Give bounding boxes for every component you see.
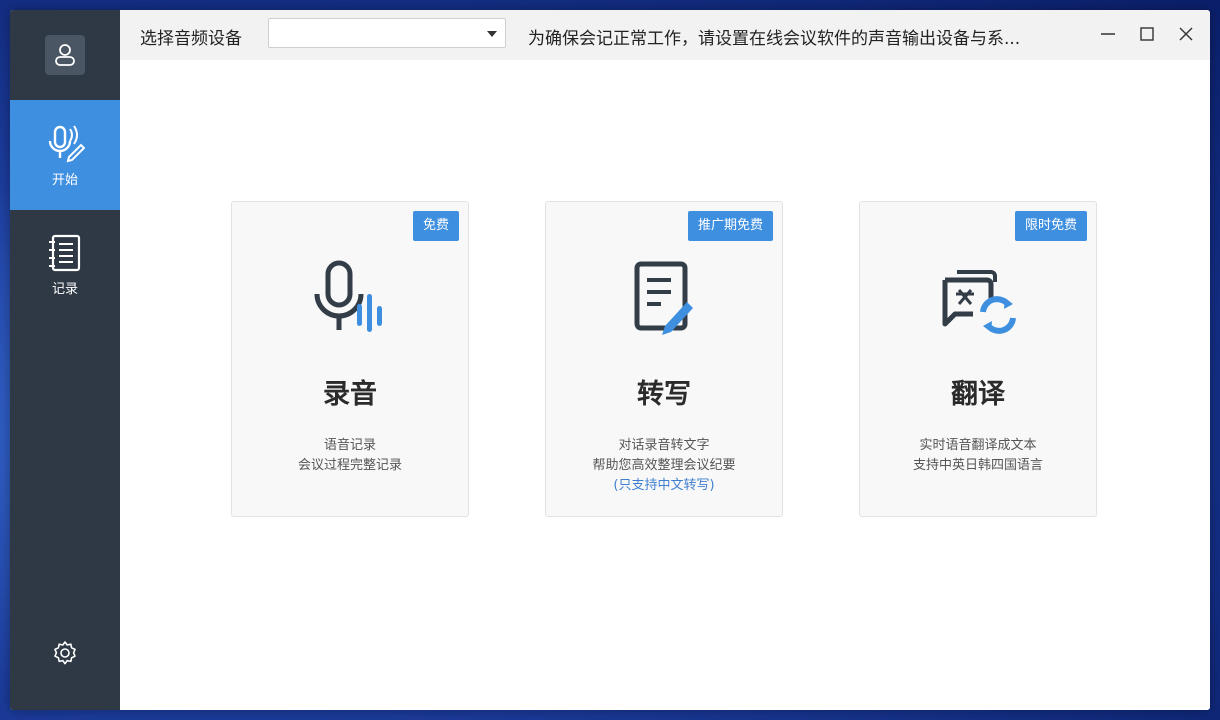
gear-icon xyxy=(54,641,76,665)
sidebar-item-label: 记录 xyxy=(51,281,78,297)
card-desc-line: 会议过程完整记录 xyxy=(297,458,402,473)
card-desc-line: 实时语音翻译成文本 xyxy=(919,438,1037,453)
minimize-button[interactable] xyxy=(1096,22,1120,46)
record-card[interactable]: 免费 录音 语音记录 会议过程完整记录 xyxy=(231,201,469,517)
audio-device-label: 选择音频设备 xyxy=(140,29,242,49)
card-title: 转写 xyxy=(637,379,691,410)
sidebar-item-start[interactable]: 开始 xyxy=(10,100,120,210)
avatar[interactable] xyxy=(45,35,85,75)
card-note: (只支持中文转写) xyxy=(613,478,715,493)
status-badge: 限时免费 xyxy=(1014,211,1087,241)
card-description: 语音记录 会议过程完整记录 xyxy=(232,436,468,476)
card-desc-line: 语音记录 xyxy=(323,438,376,453)
document-pen-icon xyxy=(634,261,693,335)
close-icon xyxy=(1179,27,1193,41)
minimize-icon xyxy=(1101,33,1115,35)
card-title: 录音 xyxy=(323,379,377,410)
card-description: 实时语音翻译成文本 支持中英日韩四国语言 xyxy=(860,436,1096,476)
maximize-icon xyxy=(1140,27,1154,41)
main-content: 免费 录音 语音记录 会议过程完整记录 推广期免费 转写 对话录音转文字 帮助您… xyxy=(120,60,1210,710)
translate-icon xyxy=(942,270,1016,334)
settings-button[interactable] xyxy=(52,640,78,666)
maximize-button[interactable] xyxy=(1135,22,1159,46)
status-badge: 推广期免费 xyxy=(687,211,773,241)
user-icon xyxy=(55,44,75,66)
transcribe-card[interactable]: 推广期免费 转写 对话录音转文字 帮助您高效整理会议纪要 (只支持中文转写) xyxy=(545,201,783,517)
setup-hint: 为确保会记正常工作，请设置在线会议软件的声音输出设备与系... xyxy=(528,29,1021,49)
translate-card[interactable]: 限时免费 翻译 实时语音翻译成文本 支持中英日韩四国语言 xyxy=(859,201,1097,517)
sidebar-item-records[interactable]: 记录 xyxy=(10,210,120,320)
status-badge: 免费 xyxy=(412,211,459,241)
sidebar: 开始 记录 xyxy=(10,10,120,710)
card-title: 翻译 xyxy=(951,379,1005,410)
card-desc-line: 帮助您高效整理会议纪要 xyxy=(592,458,736,473)
close-button[interactable] xyxy=(1174,22,1198,46)
card-desc-line: 对话录音转文字 xyxy=(618,438,710,453)
card-description: 对话录音转文字 帮助您高效整理会议纪要 (只支持中文转写) xyxy=(546,436,782,496)
title-bar: 选择音频设备 为确保会记正常工作，请设置在线会议软件的声音输出设备与系... xyxy=(120,10,1210,60)
sidebar-item-label: 开始 xyxy=(51,172,78,188)
mic-pen-icon xyxy=(48,124,85,162)
app-window: 开始 记录 选择音频设备 为确保会记正常工作，请设置在线会议软件的声音输出设备与… xyxy=(10,10,1210,710)
card-desc-line: 支持中英日韩四国语言 xyxy=(912,458,1043,473)
microphone-icon xyxy=(314,260,382,332)
chevron-down-icon xyxy=(487,31,497,37)
audio-device-select[interactable] xyxy=(268,18,506,48)
notebook-icon xyxy=(49,234,81,271)
